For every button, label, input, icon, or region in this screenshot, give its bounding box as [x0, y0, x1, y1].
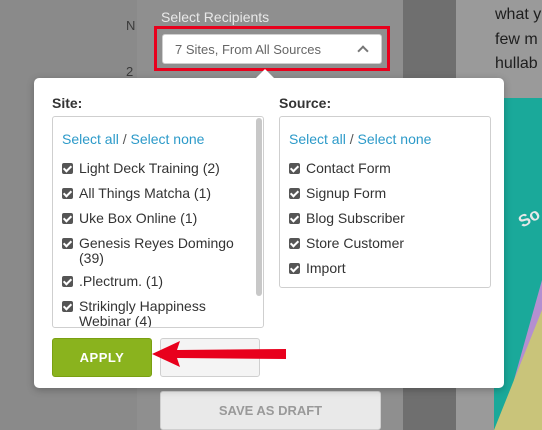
source-list-item[interactable]: Store Customer — [289, 236, 404, 251]
source-list[interactable]: Select all / Select none Contact Form Si… — [279, 116, 491, 288]
source-select-links: Select all / Select none — [289, 131, 431, 147]
chevron-up-icon — [357, 45, 369, 57]
checkbox-checked-icon[interactable] — [289, 263, 300, 274]
site-list-item[interactable]: Genesis Reyes Domingo (39) — [62, 236, 234, 266]
checkbox-checked-icon[interactable] — [289, 238, 300, 249]
source-item-label: Contact Form — [306, 160, 391, 176]
separator: / — [118, 131, 131, 147]
source-select-all-link[interactable]: Select all — [289, 131, 346, 147]
site-list[interactable]: Select all / Select none Light Deck Trai… — [52, 116, 264, 328]
source-select-none-link[interactable]: Select none — [357, 131, 431, 147]
site-item-label: All Things Matcha (1) — [79, 185, 212, 201]
site-item-label-wrap: Strikingly Happiness Webinar (4) — [79, 299, 206, 328]
checkbox-checked-icon[interactable] — [62, 188, 73, 199]
site-item-label-line2: (39) — [79, 250, 104, 266]
red-arrow-annotation — [152, 341, 286, 367]
apply-button[interactable]: APPLY — [52, 338, 152, 377]
separator: / — [345, 131, 358, 147]
checkbox-checked-icon[interactable] — [289, 213, 300, 224]
source-item-label: Import — [306, 260, 346, 276]
site-list-item[interactable]: All Things Matcha (1) — [62, 186, 211, 201]
background-fragment: N — [126, 18, 136, 33]
checkbox-checked-icon[interactable] — [62, 213, 73, 224]
site-list-scrollbar[interactable] — [256, 118, 262, 296]
site-item-label: Genesis Reyes Domingo — [79, 235, 234, 251]
site-list-item[interactable]: Light Deck Training (2) — [62, 161, 220, 176]
checkbox-checked-icon[interactable] — [62, 238, 73, 249]
source-list-item[interactable]: Signup Form — [289, 186, 386, 201]
popover-arrow — [256, 69, 274, 78]
source-list-item[interactable]: Contact Form — [289, 161, 391, 176]
site-item-label-wrap: Genesis Reyes Domingo (39) — [79, 236, 234, 266]
site-column-label: Site: — [52, 95, 83, 111]
site-item-label: Uke Box Online (1) — [79, 210, 198, 226]
source-item-label: Blog Subscriber — [306, 210, 405, 226]
source-list-item[interactable]: Import — [289, 261, 346, 276]
source-list-item[interactable]: Blog Subscriber — [289, 211, 405, 226]
source-item-label: Store Customer — [306, 235, 405, 251]
recipient-dropdown[interactable]: 7 Sites, From All Sources — [162, 34, 382, 64]
checkbox-checked-icon[interactable] — [289, 163, 300, 174]
checkbox-checked-icon[interactable] — [62, 163, 73, 174]
checkbox-checked-icon[interactable] — [62, 301, 73, 312]
site-list-item[interactable]: Strikingly Happiness Webinar (4) — [62, 299, 206, 328]
select-recipients-label: Select Recipients — [161, 9, 270, 25]
site-item-label: .Plectrum. (1) — [79, 273, 164, 289]
recipient-summary: 7 Sites, From All Sources — [175, 41, 321, 57]
site-item-label: Light Deck Training (2) — [79, 160, 220, 176]
background-fragment: 2 — [126, 64, 134, 79]
site-list-item[interactable]: Uke Box Online (1) — [62, 211, 197, 226]
site-select-links: Select all / Select none — [62, 131, 204, 147]
article-text-line: what y — [495, 6, 542, 23]
recipient-highlight-box: 7 Sites, From All Sources — [154, 26, 390, 71]
site-item-label: Strikingly Happiness — [79, 298, 206, 314]
site-item-label-line2: Webinar (4) — [79, 313, 152, 328]
article-text-line: hullab — [495, 55, 538, 72]
source-item-label: Signup Form — [306, 185, 387, 201]
checkbox-checked-icon[interactable] — [62, 276, 73, 287]
checkbox-checked-icon[interactable] — [289, 188, 300, 199]
site-list-item[interactable]: .Plectrum. (1) — [62, 274, 163, 289]
source-column-label: Source: — [279, 95, 332, 111]
article-text-line: few m — [495, 31, 538, 48]
save-as-draft-button[interactable]: SAVE AS DRAFT — [160, 391, 381, 430]
site-select-all-link[interactable]: Select all — [62, 131, 119, 147]
site-select-none-link[interactable]: Select none — [130, 131, 204, 147]
